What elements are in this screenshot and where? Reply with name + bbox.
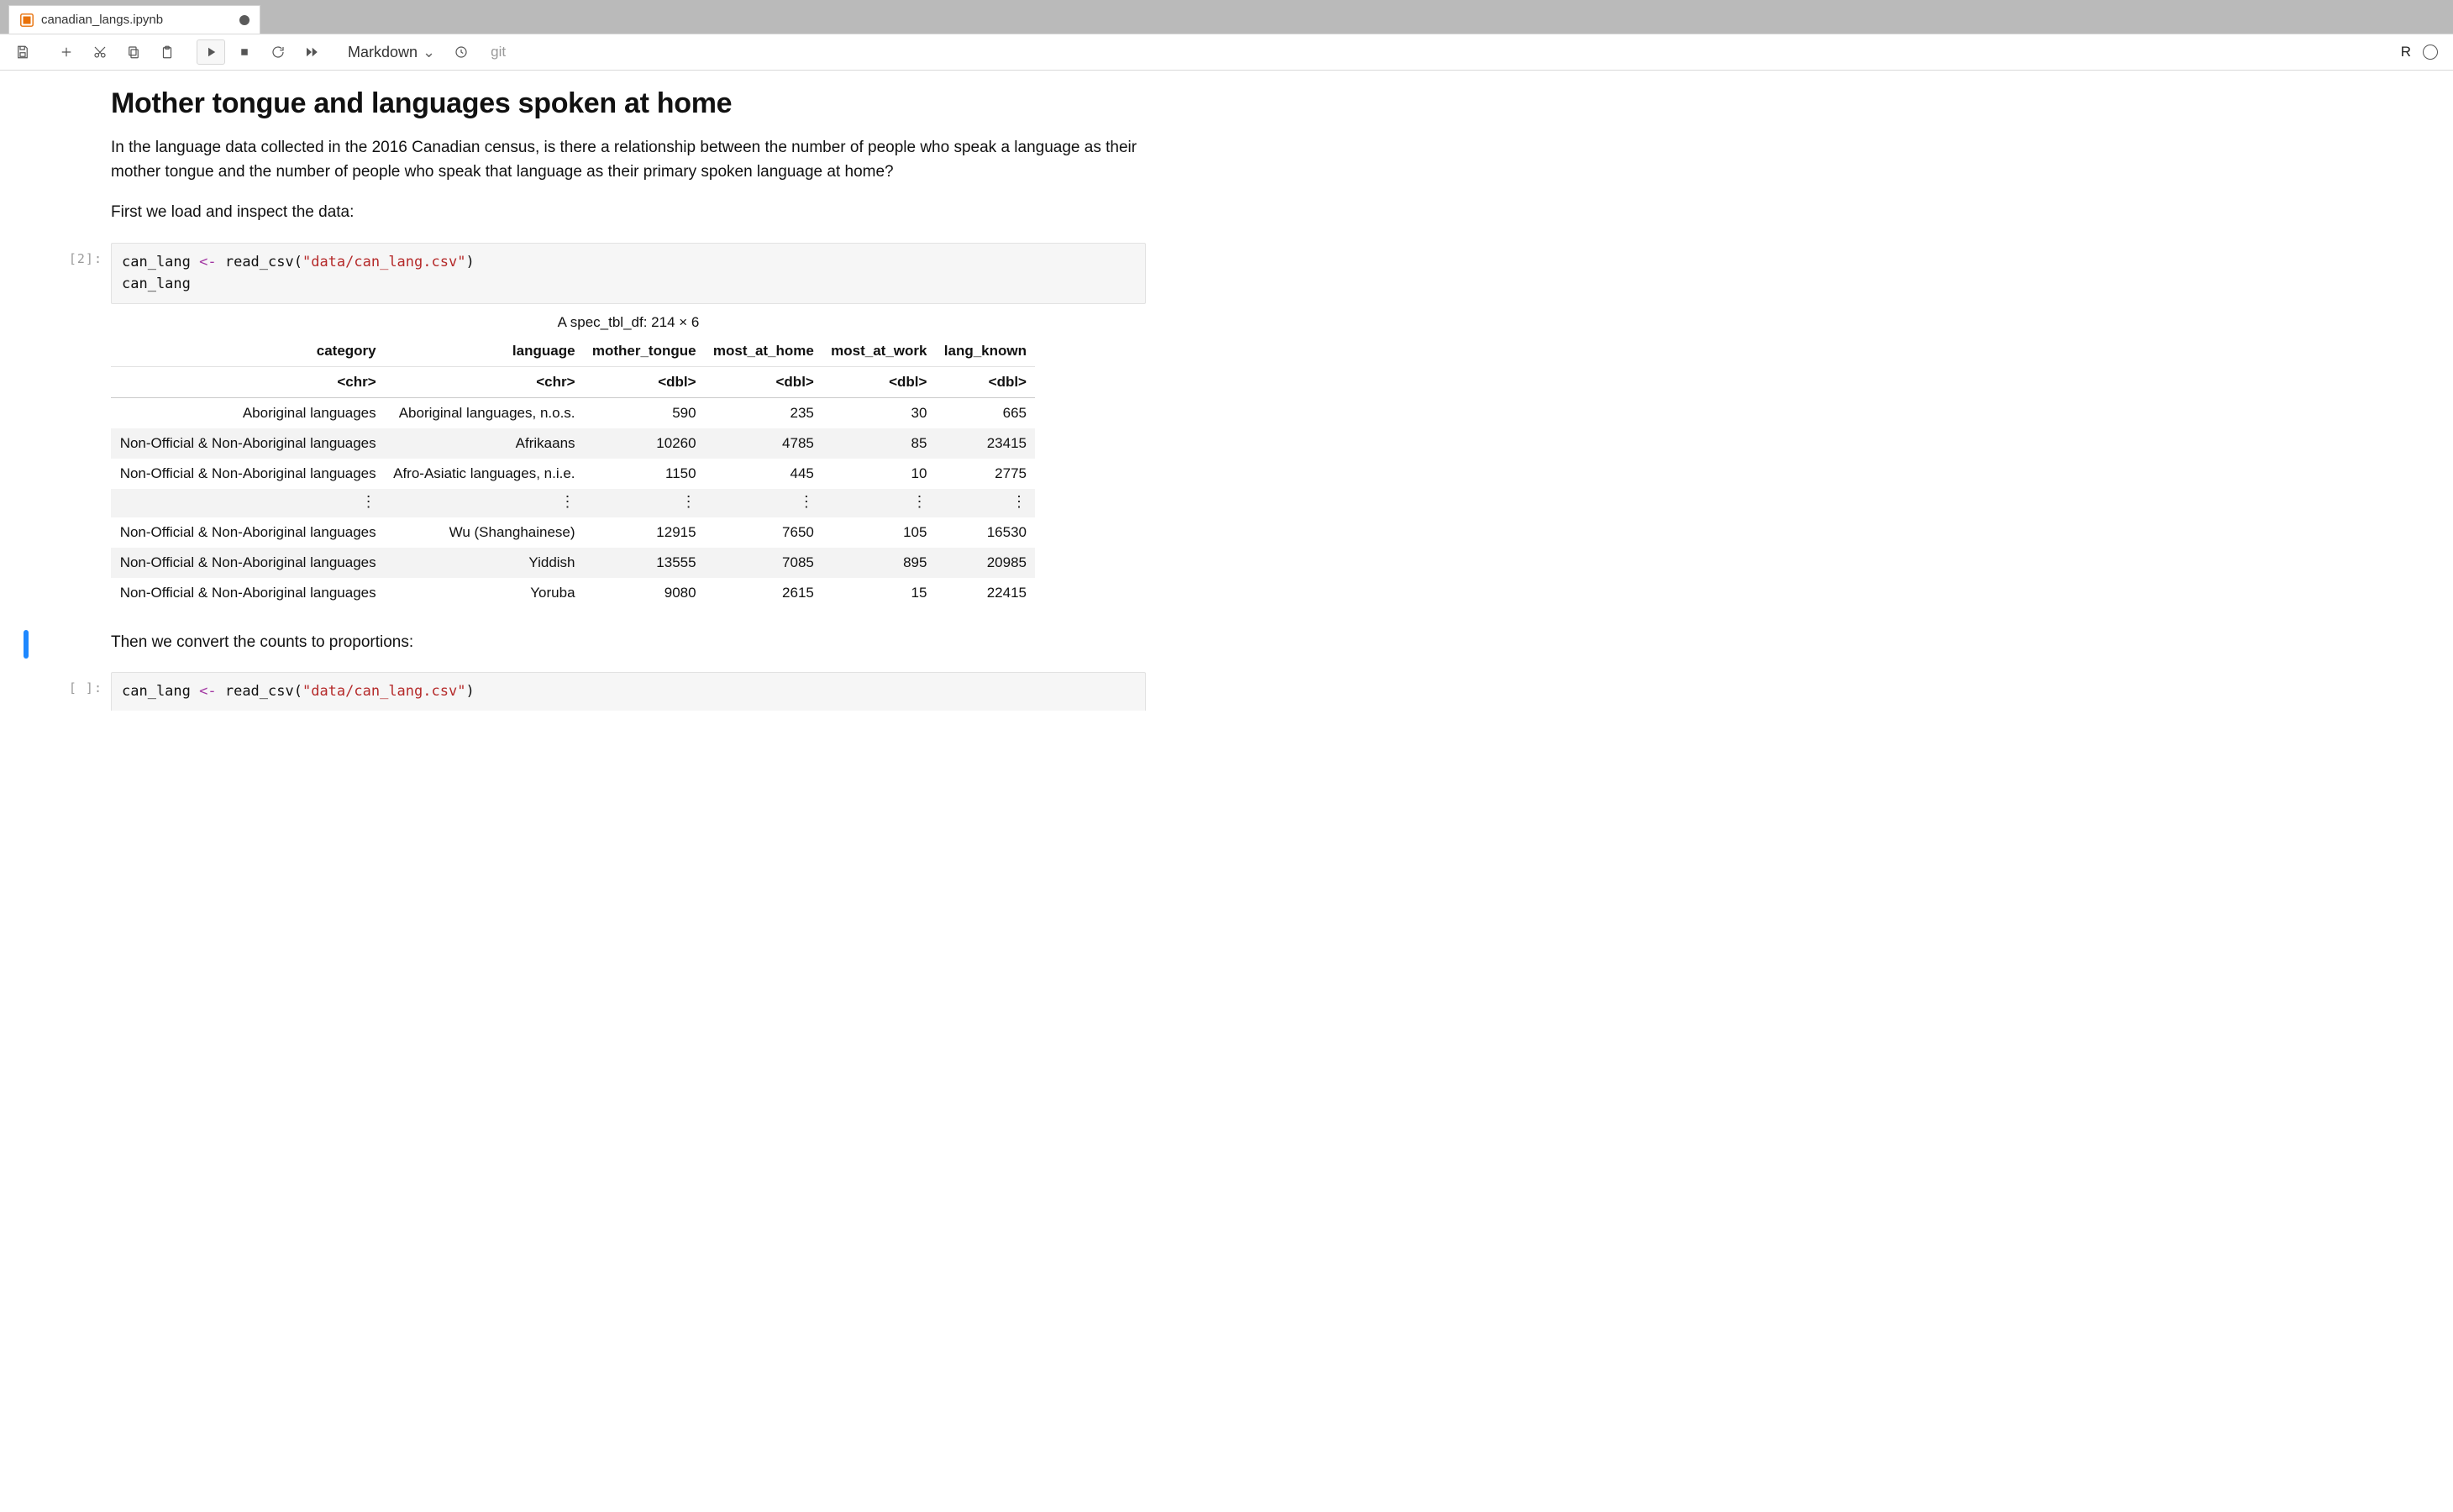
table-ellipsis-row: ⋮ ⋮ ⋮ ⋮ ⋮ ⋮ bbox=[111, 489, 1035, 517]
table-type-row: <chr> <chr> <dbl> <dbl> <dbl> <dbl> bbox=[111, 367, 1035, 398]
execution-count: [2]: bbox=[69, 243, 102, 266]
notebook-tab[interactable]: canadian_langs.ipynb bbox=[8, 5, 260, 34]
paragraph: First we load and inspect the data: bbox=[111, 200, 1144, 224]
paragraph: In the language data collected in the 20… bbox=[111, 135, 1144, 185]
paste-button[interactable] bbox=[153, 39, 181, 65]
table-row: Non-Official & Non-Aboriginal languages … bbox=[111, 459, 1035, 489]
command-palette-button[interactable] bbox=[447, 39, 475, 65]
tab-bar: canadian_langs.ipynb bbox=[0, 0, 2453, 34]
run-button[interactable] bbox=[197, 39, 225, 65]
code-input[interactable]: can_lang <- read_csv("data/can_lang.csv"… bbox=[111, 672, 1146, 711]
notebook-toolbar: Markdown ⌄ git R bbox=[0, 34, 2453, 71]
kernel-status-icon[interactable] bbox=[2423, 45, 2438, 60]
restart-button[interactable] bbox=[264, 39, 292, 65]
table-row: Non-Official & Non-Aboriginal languages … bbox=[111, 517, 1035, 548]
table-header-row: category language mother_tongue most_at_… bbox=[111, 336, 1035, 367]
output-table: category language mother_tongue most_at_… bbox=[111, 336, 1035, 608]
cell-type-select[interactable]: Markdown ⌄ bbox=[341, 44, 442, 61]
heading: Mother tongue and languages spoken at ho… bbox=[111, 87, 1146, 120]
unsaved-indicator-icon bbox=[239, 15, 250, 25]
execution-count: [ ]: bbox=[69, 672, 102, 696]
notebook-area[interactable]: Mother tongue and languages spoken at ho… bbox=[0, 71, 2453, 1512]
chevron-down-icon: ⌄ bbox=[423, 44, 435, 61]
tab-title: canadian_langs.ipynb bbox=[41, 13, 163, 27]
cell-type-label: Markdown bbox=[348, 44, 418, 61]
table-row: Non-Official & Non-Aboriginal languages … bbox=[111, 428, 1035, 459]
kernel-name[interactable]: R bbox=[2401, 44, 2411, 60]
stop-button[interactable] bbox=[230, 39, 259, 65]
markdown-cell[interactable]: Then we convert the counts to proportion… bbox=[20, 628, 1146, 664]
active-cell-indicator bbox=[24, 630, 29, 659]
code-input[interactable]: can_lang <- read_csv("data/can_lang.csv"… bbox=[111, 243, 1146, 304]
table-row: Non-Official & Non-Aboriginal languages … bbox=[111, 548, 1035, 578]
output-caption: A spec_tbl_df: 214 × 6 bbox=[111, 314, 1146, 331]
markdown-cell[interactable]: Mother tongue and languages spoken at ho… bbox=[20, 86, 1146, 241]
paragraph: Then we convert the counts to proportion… bbox=[111, 630, 1144, 654]
save-button[interactable] bbox=[8, 39, 37, 65]
copy-button[interactable] bbox=[119, 39, 148, 65]
table-row: Non-Official & Non-Aboriginal languages … bbox=[111, 578, 1035, 608]
table-row: Aboriginal languages Aboriginal language… bbox=[111, 398, 1035, 429]
code-cell[interactable]: [ ]: can_lang <- read_csv("data/can_lang… bbox=[20, 670, 1146, 713]
insert-cell-button[interactable] bbox=[52, 39, 81, 65]
git-link[interactable]: git bbox=[491, 44, 506, 60]
code-cell[interactable]: [2]: can_lang <- read_csv("data/can_lang… bbox=[20, 241, 1146, 610]
notebook-icon bbox=[19, 13, 34, 28]
cut-button[interactable] bbox=[86, 39, 114, 65]
run-all-button[interactable] bbox=[297, 39, 326, 65]
